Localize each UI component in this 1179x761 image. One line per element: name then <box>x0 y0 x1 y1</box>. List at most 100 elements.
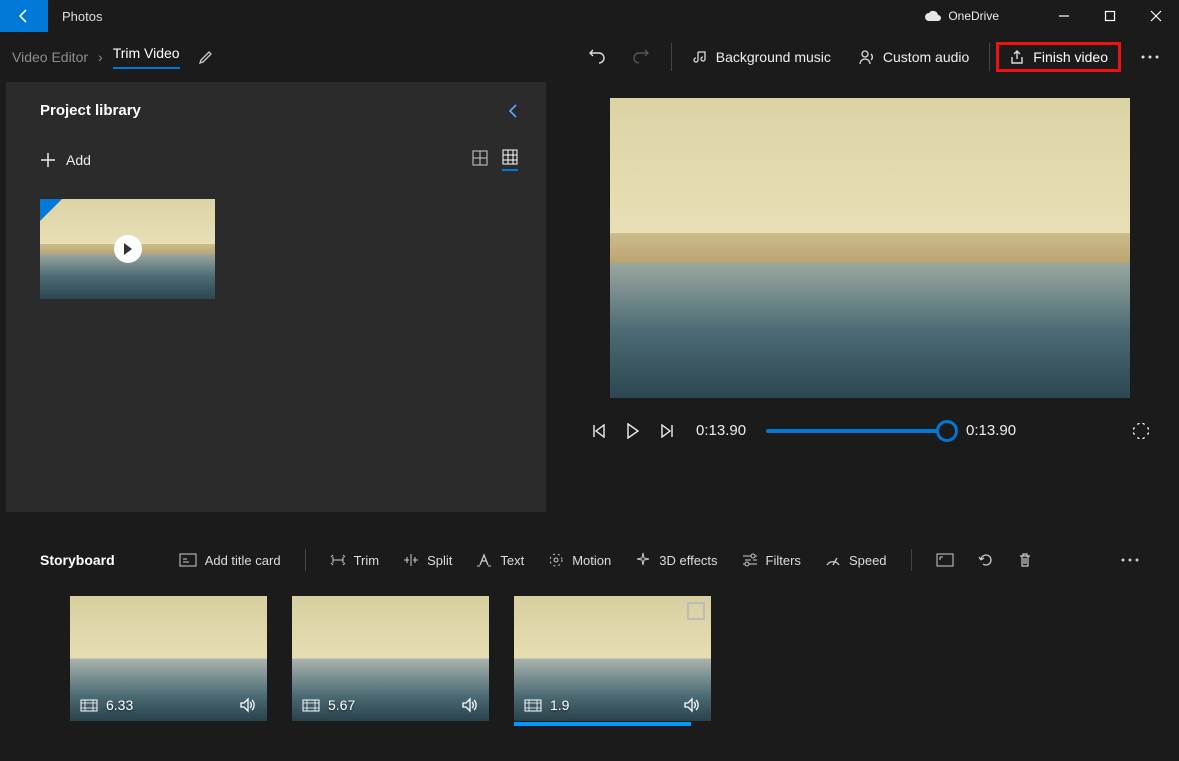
close-icon <box>1150 10 1162 22</box>
redo-icon <box>633 48 651 66</box>
add-title-card-label: Add title card <box>205 553 281 568</box>
plus-icon <box>40 152 56 168</box>
split-label: Split <box>427 553 452 568</box>
clip-overlay: 6.33 <box>70 689 267 721</box>
text-icon <box>476 553 492 567</box>
export-icon <box>1009 49 1025 65</box>
view-small-grid-button[interactable] <box>502 149 518 171</box>
fullscreen-button[interactable] <box>1133 423 1149 439</box>
prev-frame-button[interactable] <box>590 424 606 438</box>
resize-button[interactable] <box>926 547 964 573</box>
speed-icon <box>825 553 841 567</box>
main-toolbar: Video Editor › Trim Video Background mus… <box>0 32 1179 82</box>
minimize-icon <box>1058 10 1070 22</box>
clip-duration: 5.67 <box>328 697 355 713</box>
maximize-button[interactable] <box>1087 0 1133 32</box>
custom-audio-button[interactable]: Custom audio <box>845 41 983 73</box>
add-media-button[interactable]: Add <box>40 152 91 168</box>
filters-label: Filters <box>766 553 801 568</box>
close-button[interactable] <box>1133 0 1179 32</box>
library-title: Project library <box>40 102 141 119</box>
storyboard-toolbar: Storyboard Add title card Trim Split Tex… <box>0 534 1179 586</box>
player-controls: 0:13.90 0:13.90 <box>590 422 1149 439</box>
window-controls <box>1041 0 1179 32</box>
video-indicator-icon <box>40 199 62 221</box>
finish-video-button[interactable]: Finish video <box>996 42 1121 72</box>
separator <box>305 549 306 571</box>
selection-indicator-icon <box>687 602 705 620</box>
motion-icon <box>548 552 564 568</box>
clip-overlay: 1.9 <box>514 689 711 721</box>
back-button[interactable] <box>0 0 48 32</box>
clip-overlay: 5.67 <box>292 689 489 721</box>
3d-effects-button[interactable]: 3D effects <box>625 546 727 574</box>
rename-button[interactable] <box>198 49 214 65</box>
more-button[interactable] <box>1133 46 1167 68</box>
pencil-icon <box>198 49 214 65</box>
rotate-icon <box>978 552 994 568</box>
current-time: 0:13.90 <box>696 422 746 439</box>
clip-duration: 1.9 <box>550 697 569 713</box>
speaker-icon <box>683 697 701 713</box>
filters-button[interactable]: Filters <box>732 547 811 574</box>
add-label: Add <box>66 152 91 168</box>
view-large-grid-button[interactable] <box>472 150 488 170</box>
separator <box>911 549 912 571</box>
music-note-icon <box>692 49 708 65</box>
storyboard-clip[interactable]: 6.33 <box>70 596 267 721</box>
split-button[interactable]: Split <box>393 547 462 574</box>
minimize-button[interactable] <box>1041 0 1087 32</box>
speed-button[interactable]: Speed <box>815 547 897 574</box>
step-forward-icon <box>660 424 676 438</box>
separator <box>671 43 672 71</box>
library-clip-thumbnail[interactable] <box>40 199 215 299</box>
rotate-button[interactable] <box>968 546 1004 574</box>
speaker-icon <box>461 697 479 713</box>
breadcrumb-current[interactable]: Trim Video <box>113 45 180 69</box>
storyboard-clip[interactable]: 1.9 <box>514 596 711 721</box>
add-title-card-button[interactable]: Add title card <box>169 547 291 574</box>
motion-button[interactable]: Motion <box>538 546 621 574</box>
background-music-label: Background music <box>716 49 831 65</box>
filmstrip-icon <box>524 699 542 712</box>
filmstrip-icon <box>302 699 320 712</box>
seek-knob[interactable] <box>936 420 958 442</box>
trim-icon <box>330 553 346 567</box>
ellipsis-icon <box>1141 54 1159 60</box>
redo-button <box>619 40 665 74</box>
cloud-icon <box>924 10 942 22</box>
preview-area[interactable] <box>610 98 1130 398</box>
undo-icon <box>587 48 605 66</box>
small-grid-icon <box>502 149 518 165</box>
trim-button[interactable]: Trim <box>320 547 390 574</box>
undo-button[interactable] <box>573 40 619 74</box>
storyboard-title: Storyboard <box>40 552 115 568</box>
title-card-icon <box>179 553 197 567</box>
clip-audio-button[interactable] <box>683 697 701 713</box>
sparkle-icon <box>635 552 651 568</box>
ellipsis-icon <box>1121 557 1139 563</box>
chevron-left-icon <box>508 104 518 118</box>
delete-button[interactable] <box>1008 546 1042 574</box>
clip-audio-button[interactable] <box>461 697 479 713</box>
clip-audio-button[interactable] <box>239 697 257 713</box>
onedrive-status[interactable]: OneDrive <box>924 9 999 23</box>
person-audio-icon <box>859 49 875 65</box>
seek-slider[interactable] <box>766 429 946 433</box>
split-icon <box>403 553 419 567</box>
next-frame-button[interactable] <box>660 424 676 438</box>
chevron-right-icon: › <box>98 49 103 65</box>
play-icon <box>626 423 640 439</box>
finish-video-label: Finish video <box>1033 49 1108 65</box>
storyboard-clips: 6.33 5.67 1.9 <box>0 586 1179 721</box>
storyboard-clip[interactable]: 5.67 <box>292 596 489 721</box>
3d-effects-label: 3D effects <box>659 553 717 568</box>
background-music-button[interactable]: Background music <box>678 41 845 73</box>
play-button[interactable] <box>626 423 640 439</box>
speed-label: Speed <box>849 553 887 568</box>
storyboard-more-button[interactable] <box>1111 551 1149 569</box>
filters-icon <box>742 553 758 567</box>
text-button[interactable]: Text <box>466 547 534 574</box>
breadcrumb-root[interactable]: Video Editor <box>12 49 88 65</box>
collapse-library-button[interactable] <box>508 104 518 118</box>
